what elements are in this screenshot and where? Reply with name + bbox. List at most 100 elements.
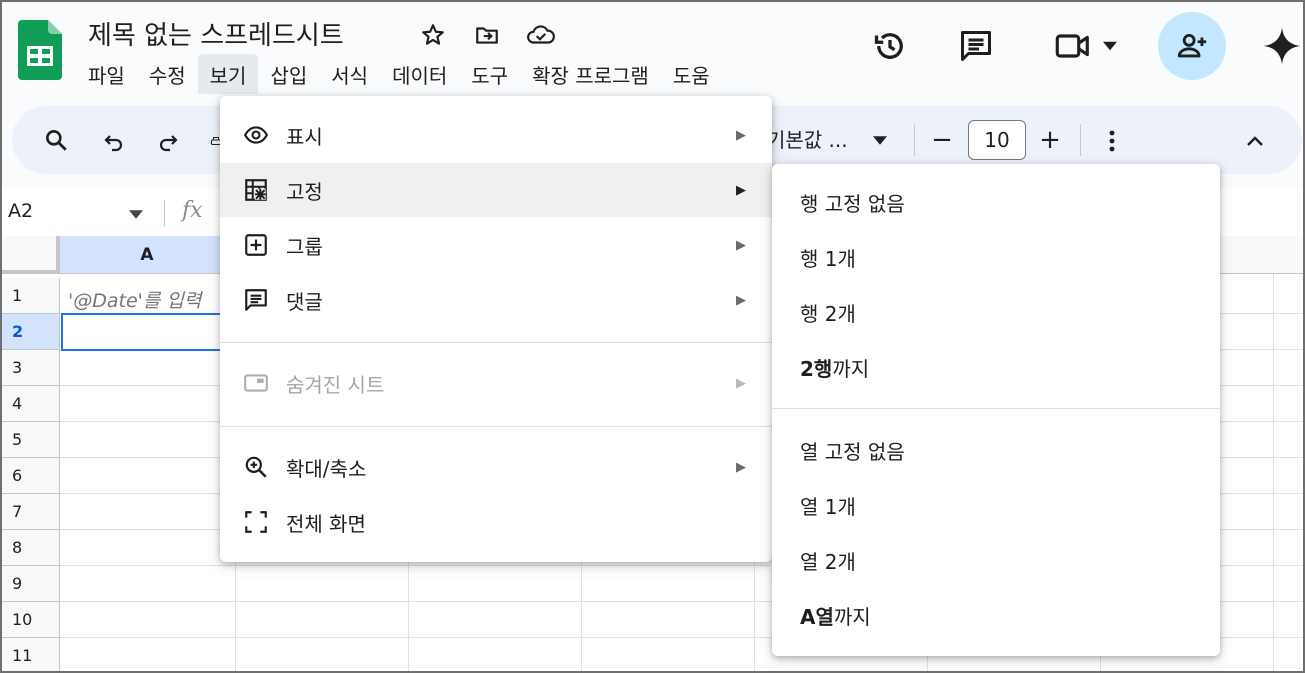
toolbar-divider [914, 124, 915, 156]
menu-bar: 파일 수정 보기 삽입 서식 데이터 도구 확장 프로그램 도움 [76, 54, 722, 94]
row-header-11[interactable]: 11 [2, 638, 60, 671]
menu-item-label: 고정 [286, 179, 323, 204]
submenu-arrow-icon: ▶ [736, 237, 746, 253]
undo-icon[interactable] [98, 126, 130, 158]
chevron-down-icon [1103, 41, 1117, 51]
submenu-arrow-icon: ▶ [736, 292, 746, 308]
menu-insert[interactable]: 삽입 [258, 54, 319, 94]
menu-file[interactable]: 파일 [76, 54, 137, 94]
meet-call-icon[interactable] [1048, 26, 1122, 66]
row-header-4[interactable]: 4 [2, 386, 60, 422]
menu-item-label: 전체 화면 [286, 511, 366, 536]
gemini-sparkle-icon[interactable] [1260, 24, 1303, 68]
menu-view[interactable]: 보기 [197, 54, 259, 94]
toolbar-divider [1080, 124, 1081, 156]
fx-icon: fx [182, 198, 203, 223]
font-selector-label: 기본값 ... [767, 128, 848, 152]
freeze-no-rows[interactable]: 행 고정 없음 [800, 188, 905, 217]
menu-edit[interactable]: 수정 [137, 54, 198, 94]
freeze-up-to-row-bold: 2행 [800, 357, 833, 381]
sheets-logo-icon[interactable] [18, 20, 62, 80]
move-folder-icon[interactable] [472, 20, 502, 50]
menu-item-fullscreen[interactable]: 전체 화면 [220, 495, 772, 549]
freeze-up-to-row[interactable]: 2행까지 [800, 353, 869, 382]
name-box[interactable]: A2 [8, 200, 33, 222]
cell-a1-hint[interactable]: '@Date'를 입력 [68, 286, 220, 313]
menu-divider [220, 426, 772, 427]
name-box-dropdown-icon[interactable] [126, 204, 146, 224]
menu-divider [772, 408, 1220, 409]
grid-line [1273, 274, 1274, 671]
menu-item-label: 확대/축소 [286, 456, 367, 481]
hidden-sheet-icon [242, 369, 270, 397]
search-icon[interactable] [40, 124, 72, 156]
freeze-up-to-column-bold: A열 [800, 605, 834, 629]
redo-icon[interactable] [152, 126, 184, 158]
cloud-saved-icon[interactable] [526, 20, 556, 50]
collapse-toolbar-icon[interactable] [1240, 126, 1270, 156]
font-size-increase-button[interactable]: + [1036, 124, 1064, 156]
submenu-arrow-icon: ▶ [736, 182, 746, 198]
menu-item-comments[interactable]: 댓글 ▶ [220, 273, 772, 327]
row-header-7[interactable]: 7 [2, 494, 60, 530]
menu-data[interactable]: 데이터 [380, 54, 459, 94]
freeze-2-columns[interactable]: 열 2개 [800, 546, 856, 575]
comments-icon[interactable] [956, 26, 996, 66]
menu-item-zoom[interactable]: 확대/축소 ▶ [220, 440, 772, 494]
freeze-up-to-row-rest: 까지 [832, 357, 870, 381]
row-header-10[interactable]: 10 [2, 602, 60, 638]
row-header-3[interactable]: 3 [2, 350, 60, 386]
menu-tools[interactable]: 도구 [459, 54, 520, 94]
share-button[interactable] [1158, 12, 1226, 80]
submenu-arrow-icon: ▶ [736, 127, 746, 143]
font-selector[interactable]: 기본값 ... [767, 124, 848, 153]
group-icon [242, 231, 270, 259]
row-header-1[interactable]: 1 [2, 278, 60, 314]
zoom-icon [242, 453, 270, 481]
fullscreen-icon [242, 508, 270, 536]
freeze-submenu: 행 고정 없음 행 1개 행 2개 2행까지 열 고정 없음 열 1개 열 2개… [772, 164, 1220, 656]
menu-divider [220, 342, 772, 343]
more-options-icon[interactable] [1100, 126, 1124, 156]
menu-item-label: 표시 [286, 124, 323, 149]
app-window: 제목 없는 스프레드시트 파일 수정 보기 삽입 서식 데이터 도구 확장 프로… [0, 0, 1305, 673]
menu-item-freeze[interactable]: 고정 ▶ [220, 163, 772, 217]
freeze-no-columns[interactable]: 열 고정 없음 [800, 436, 905, 465]
freeze-1-row[interactable]: 행 1개 [800, 243, 856, 272]
submenu-arrow-icon: ▶ [736, 375, 746, 391]
font-size-input[interactable]: 10 [968, 120, 1026, 160]
menu-item-group[interactable]: 그룹 ▶ [220, 218, 772, 272]
view-menu: 표시 ▶ 고정 ▶ 그룹 ▶ 댓글 ▶ 숨겨진 시트 ▶ 확대/축소 ▶ 전체 … [220, 96, 772, 562]
history-icon[interactable] [870, 26, 910, 66]
font-dropdown-icon[interactable] [868, 128, 892, 152]
column-header-a[interactable]: A [60, 236, 235, 274]
row-header-9[interactable]: 9 [2, 566, 60, 602]
menu-item-label: 숨겨진 시트 [286, 372, 385, 397]
row-header-8[interactable]: 8 [2, 530, 60, 566]
submenu-arrow-icon: ▶ [736, 459, 746, 475]
freeze-up-to-column-rest: 까지 [833, 605, 871, 629]
freeze-1-column[interactable]: 열 1개 [800, 491, 856, 520]
select-all-corner[interactable] [2, 236, 60, 274]
menu-extensions[interactable]: 확장 프로그램 [520, 54, 661, 94]
formula-divider [164, 200, 165, 226]
document-title[interactable]: 제목 없는 스프레드시트 [88, 15, 344, 52]
print-icon[interactable] [202, 126, 222, 158]
menu-item-label: 댓글 [286, 289, 323, 314]
menu-item-label: 그룹 [286, 234, 323, 259]
row-header-5[interactable]: 5 [2, 422, 60, 458]
menu-item-hidden-sheets: 숨겨진 시트 ▶ [220, 356, 772, 410]
selected-cell-a2[interactable] [61, 313, 236, 351]
freeze-2-rows[interactable]: 행 2개 [800, 298, 856, 327]
row-header-6[interactable]: 6 [2, 458, 60, 494]
freeze-up-to-column[interactable]: A열까지 [800, 601, 871, 630]
comment-icon [242, 286, 270, 314]
menu-item-show[interactable]: 표시 ▶ [220, 108, 772, 162]
menu-help[interactable]: 도움 [661, 54, 722, 94]
font-size-decrease-button[interactable]: − [928, 124, 956, 156]
eye-icon [242, 121, 270, 149]
star-icon[interactable] [418, 20, 448, 50]
menu-format[interactable]: 서식 [319, 54, 380, 94]
row-header-2[interactable]: 2 [2, 314, 60, 350]
add-person-icon [1177, 33, 1207, 58]
